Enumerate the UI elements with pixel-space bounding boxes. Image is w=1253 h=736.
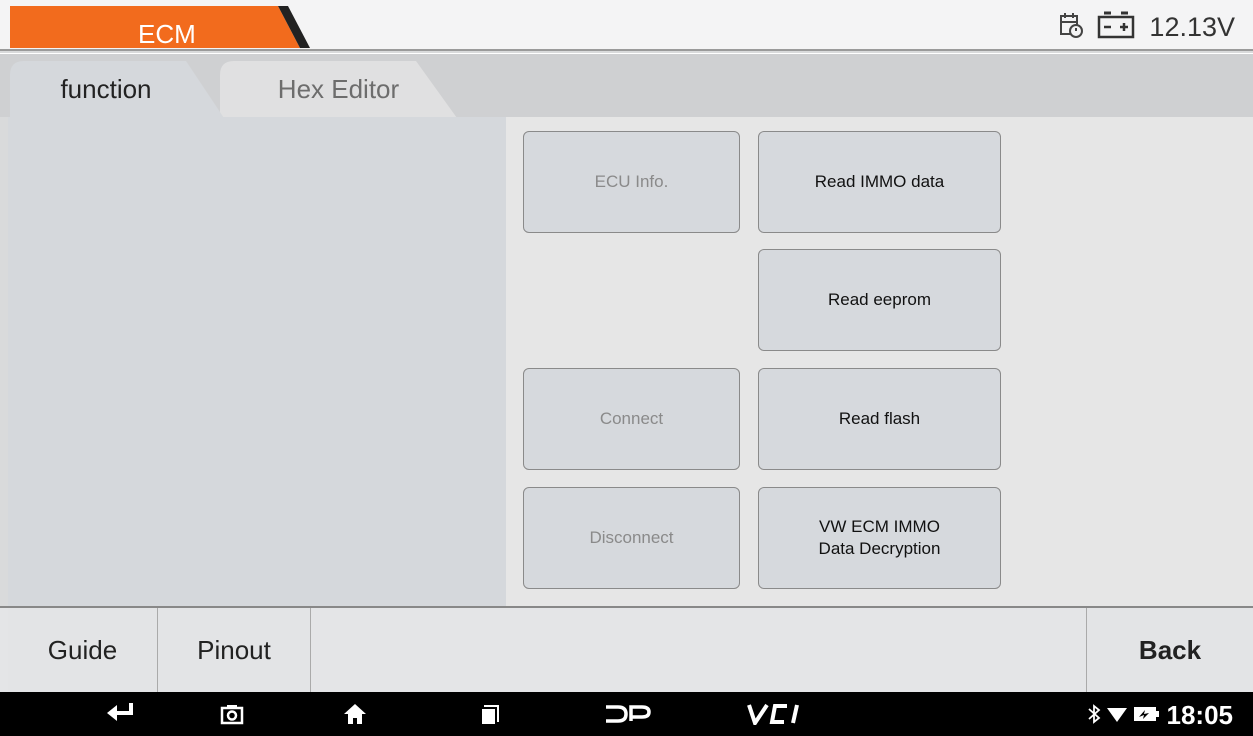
clock: 18:05 (1166, 700, 1234, 730)
home-icon[interactable] (335, 692, 375, 736)
dp-icon[interactable] (598, 692, 658, 736)
bottom-bar: Guide Pinout Back (0, 606, 1253, 692)
tab-function[interactable]: function (10, 61, 230, 118)
calendar-icon (1059, 12, 1084, 43)
tab-bar: Hex Editor function (0, 53, 1253, 118)
read-immo-data-button[interactable]: Read IMMO data (758, 131, 1001, 233)
tab-function-label: function (60, 74, 152, 104)
guide-button[interactable]: Guide (8, 608, 158, 692)
read-flash-button[interactable]: Read flash (758, 368, 1001, 470)
wifi-icon (1104, 692, 1130, 736)
read-eeprom-button[interactable]: Read eeprom (758, 249, 1001, 351)
top-bar: ECM 12.13V (0, 0, 1253, 51)
connect-button[interactable]: Connect (523, 368, 740, 470)
left-panel (8, 117, 506, 606)
camera-icon[interactable] (212, 692, 252, 736)
voltage-readout: 12.13V (1149, 11, 1235, 42)
back-arrow-icon[interactable] (100, 692, 140, 736)
status-area: 12.13V (1059, 10, 1235, 44)
car-battery-icon (1097, 11, 1135, 44)
module-title: ECM (138, 19, 196, 49)
system-nav-bar: 18:05 (0, 692, 1253, 736)
back-button[interactable]: Back (1086, 608, 1253, 692)
vci-icon[interactable] (740, 692, 810, 736)
tab-hex-editor-label: Hex Editor (277, 74, 400, 104)
function-panel: ECU Info. Read IMMO data Read eeprom Con… (506, 117, 1253, 606)
pinout-button[interactable]: Pinout (158, 608, 311, 692)
ecu-info-button[interactable]: ECU Info. (523, 131, 740, 233)
module-title-tab: ECM (10, 6, 310, 48)
disconnect-button[interactable]: Disconnect (523, 487, 740, 589)
battery-icon (1132, 692, 1162, 736)
vw-ecm-immo-decryption-button[interactable]: VW ECM IMMO Data Decryption (758, 487, 1001, 589)
tab-hex-editor[interactable]: Hex Editor (220, 61, 457, 118)
recents-icon[interactable] (470, 692, 510, 736)
